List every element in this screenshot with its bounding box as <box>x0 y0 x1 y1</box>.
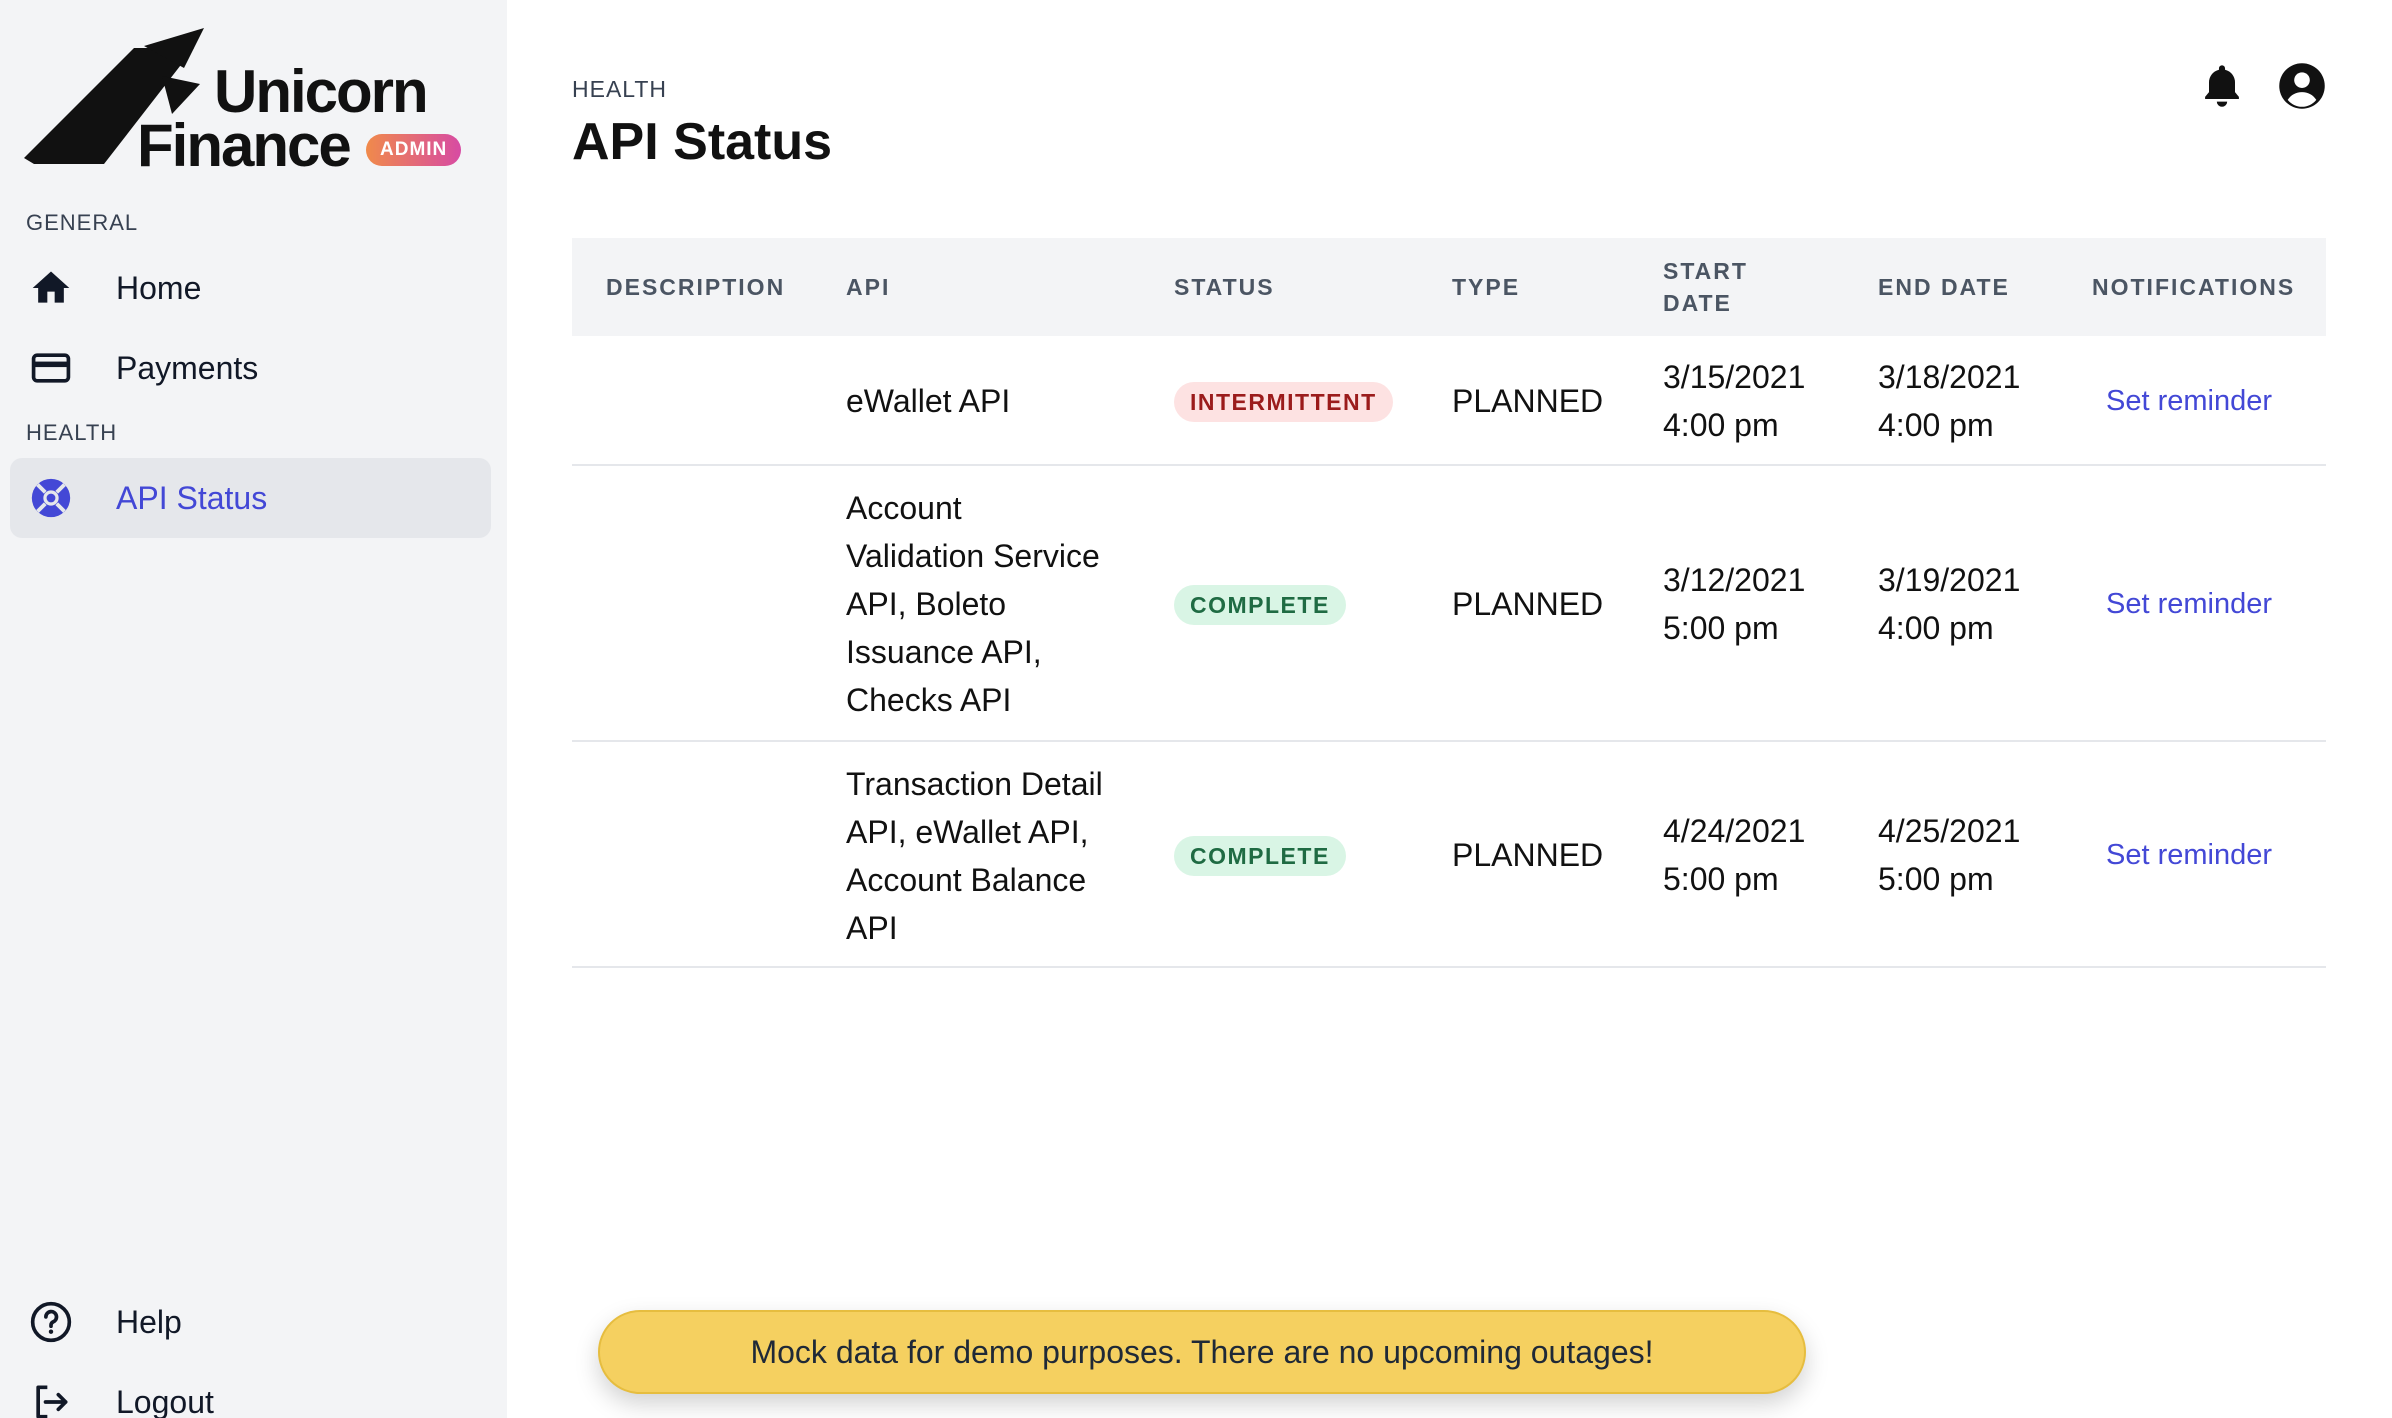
api-line: Issuance API, <box>846 634 1042 670</box>
date-line: 3/18/2021 <box>1878 359 2021 395</box>
set-reminder-link[interactable]: Set reminder <box>2106 381 2272 421</box>
bell-icon[interactable] <box>2196 60 2248 112</box>
api-line: Account <box>846 490 962 526</box>
lifebuoy-icon <box>26 473 76 523</box>
column-header-type: TYPE <box>1452 274 1521 300</box>
row-type: PLANNED <box>1452 383 1604 419</box>
row-end-date: 3/18/2021 4:00 pm <box>1878 353 2020 449</box>
logout-icon <box>26 1377 76 1418</box>
date-line: 3/19/2021 <box>1878 562 2021 598</box>
status-badge: INTERMITTENT <box>1174 382 1393 422</box>
row-start-date: 3/12/2021 5:00 pm <box>1663 556 1805 652</box>
row-start-date: 3/15/2021 4:00 pm <box>1663 353 1805 449</box>
column-header-description: DESCRIPTION <box>606 274 786 300</box>
user-circle-icon[interactable] <box>2276 60 2328 112</box>
sidebar-item-home[interactable]: Home <box>10 248 491 328</box>
row-api: eWallet API <box>846 377 1010 425</box>
set-reminder-link[interactable]: Set reminder <box>2106 835 2272 875</box>
time-line: 4:00 pm <box>1663 407 1779 443</box>
api-line: eWallet API <box>846 383 1011 419</box>
breadcrumb: HEALTH <box>572 76 668 102</box>
table-row: Account Validation Service API, Boleto I… <box>572 466 2326 742</box>
time-line: 5:00 pm <box>1663 861 1779 897</box>
api-line: Validation Service <box>846 538 1100 574</box>
date-line: 4/25/2021 <box>1878 813 2021 849</box>
api-line: API, eWallet API, <box>846 814 1089 850</box>
home-icon <box>26 263 76 313</box>
sidebar-item-label: API Status <box>116 479 268 516</box>
nav-section-general: GENERAL <box>26 210 139 235</box>
question-circle-icon <box>26 1297 76 1347</box>
row-api: Account Validation Service API, Boleto I… <box>846 484 1100 724</box>
sidebar-item-payments[interactable]: Payments <box>10 328 491 408</box>
column-header-start-date: START DATE <box>1663 258 1748 316</box>
demo-notice-toast: Mock data for demo purposes. There are n… <box>598 1310 1806 1394</box>
sidebar: Unicorn Finance ADMIN GENERAL Home Payme… <box>0 0 507 1418</box>
admin-badge: ADMIN <box>366 134 462 166</box>
app-root: Unicorn Finance ADMIN GENERAL Home Payme… <box>0 0 2392 1418</box>
date-line: 3/12/2021 <box>1663 562 1806 598</box>
column-header-end-date: END DATE <box>1878 274 2010 300</box>
row-end-date: 3/19/2021 4:00 pm <box>1878 556 2020 652</box>
table-row: Transaction Detail API, eWallet API, Acc… <box>572 742 2326 968</box>
table-header: DESCRIPTION API STATUS TYPE START DATE E… <box>572 238 2326 336</box>
table-row: eWallet API INTERMITTENT PLANNED 3/15/20… <box>572 336 2326 466</box>
column-header-notifications: NOTIFICATIONS <box>2092 274 2296 300</box>
api-status-table: DESCRIPTION API STATUS TYPE START DATE E… <box>572 238 2326 968</box>
sidebar-item-label: Payments <box>116 349 259 386</box>
row-start-date: 4/24/2021 5:00 pm <box>1663 807 1805 903</box>
time-line: 4:00 pm <box>1878 610 1994 646</box>
api-line: Transaction Detail <box>846 766 1103 802</box>
time-line: 5:00 pm <box>1663 610 1779 646</box>
sidebar-item-label: Logout <box>116 1383 214 1418</box>
api-line: API <box>846 910 898 946</box>
sidebar-item-label: Help <box>116 1303 182 1340</box>
status-badge: COMPLETE <box>1174 836 1346 876</box>
brand-logo[interactable]: Unicorn Finance ADMIN <box>24 28 484 179</box>
sidebar-item-help[interactable]: Help <box>10 1282 491 1362</box>
row-api: Transaction Detail API, eWallet API, Acc… <box>846 760 1103 952</box>
api-line: Checks API <box>846 682 1012 718</box>
api-line: Account Balance <box>846 862 1087 898</box>
status-badge: COMPLETE <box>1174 585 1346 625</box>
date-line: 4/24/2021 <box>1663 813 1806 849</box>
row-type: PLANNED <box>1452 586 1604 622</box>
sidebar-item-logout[interactable]: Logout <box>10 1362 491 1418</box>
toast-message: Mock data for demo purposes. There are n… <box>750 1333 1654 1370</box>
credit-card-icon <box>26 343 76 393</box>
page-title: API Status <box>572 113 833 171</box>
time-line: 4:00 pm <box>1878 407 1994 443</box>
time-line: 5:00 pm <box>1878 861 1994 897</box>
nav-section-health: HEALTH <box>26 420 118 445</box>
row-end-date: 4/25/2021 5:00 pm <box>1878 807 2020 903</box>
brand-line2: Finance <box>137 112 352 179</box>
column-header-status: STATUS <box>1174 274 1275 300</box>
column-header-api: API <box>846 274 891 300</box>
sidebar-item-api-status[interactable]: API Status <box>10 458 491 538</box>
date-line: 3/15/2021 <box>1663 359 1806 395</box>
api-line: API, Boleto <box>846 586 1007 622</box>
row-type: PLANNED <box>1452 837 1604 873</box>
set-reminder-link[interactable]: Set reminder <box>2106 584 2272 624</box>
sidebar-item-label: Home <box>116 269 202 306</box>
